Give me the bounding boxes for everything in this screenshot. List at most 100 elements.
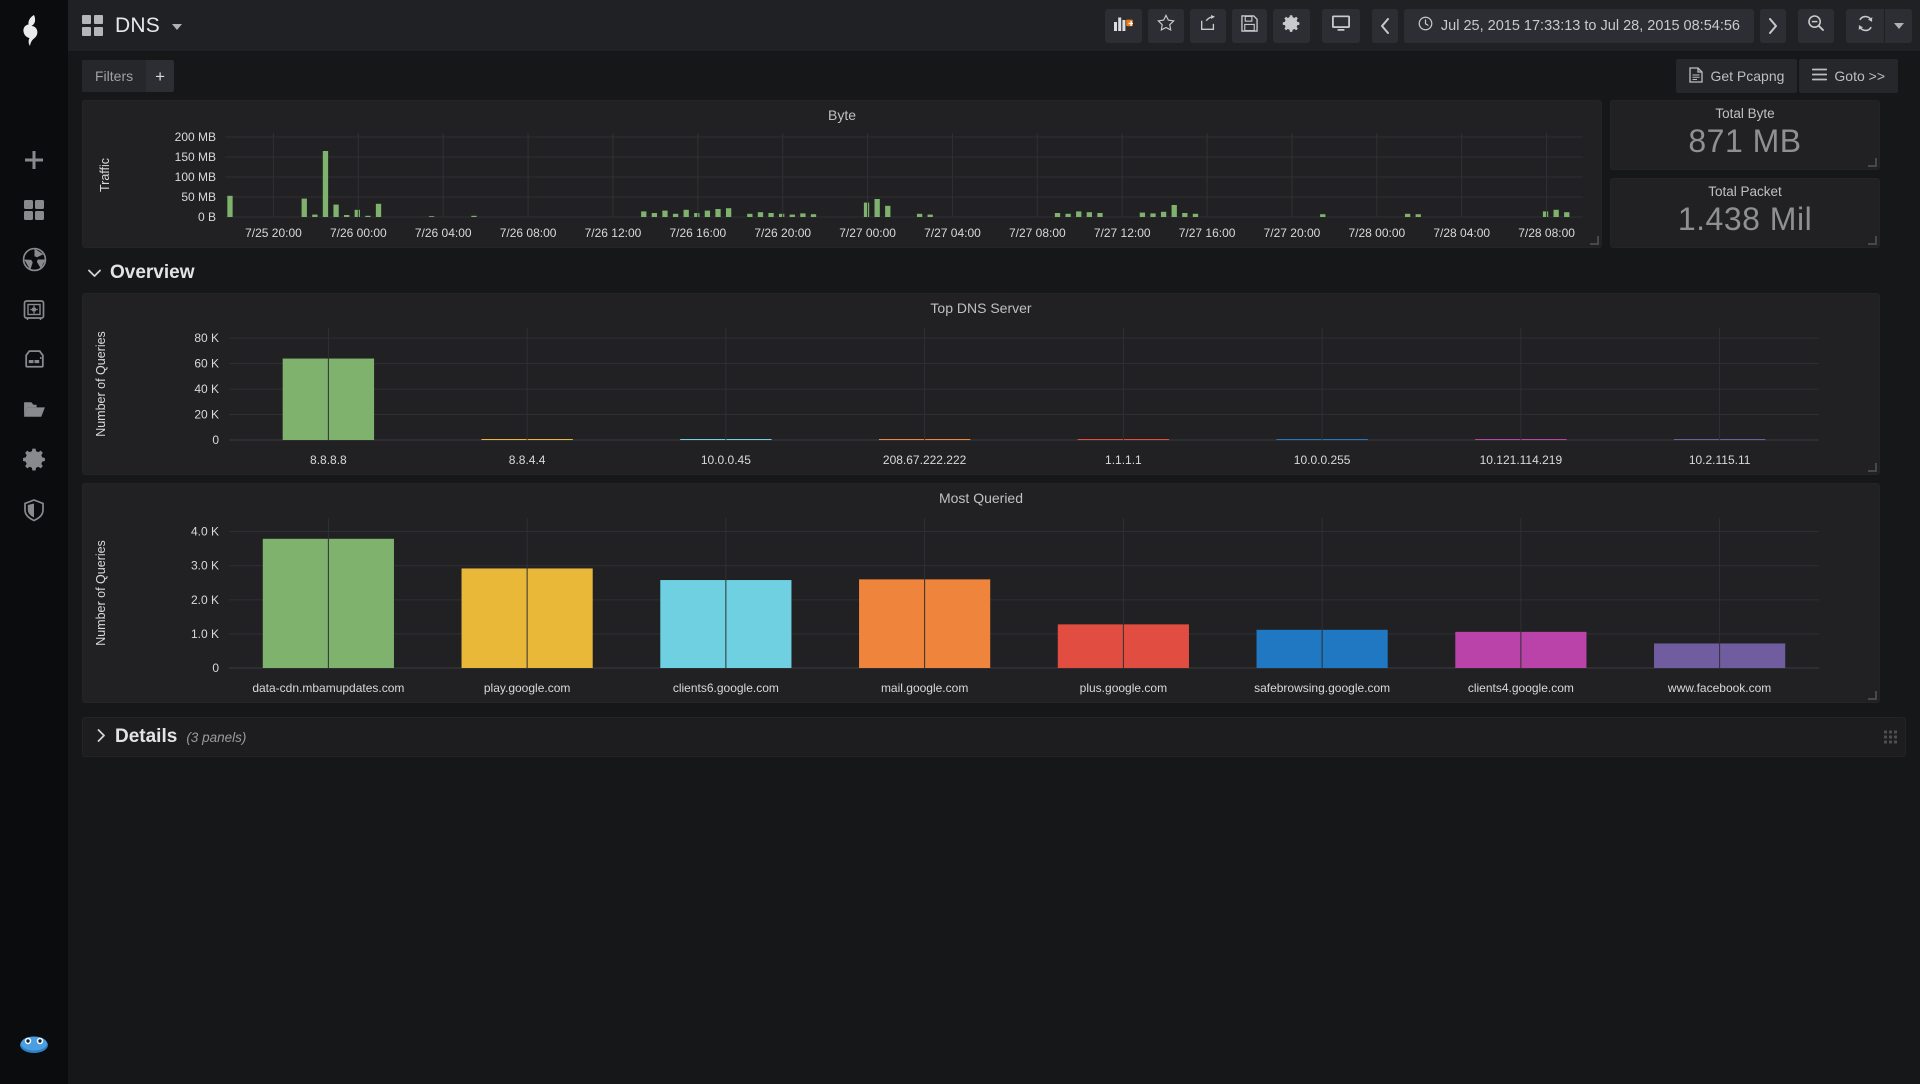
svg-text:7/26 16:00: 7/26 16:00 <box>669 226 726 240</box>
refresh-button[interactable] <box>1846 9 1884 43</box>
star-button[interactable] <box>1147 8 1184 43</box>
main-content: DNS Jul 25, 2015 17:33:13 to Jul 28, 201… <box>68 0 1920 1084</box>
add-filter-button[interactable]: + <box>146 60 175 92</box>
svg-text:7/26 00:00: 7/26 00:00 <box>330 226 387 240</box>
chevron-right-icon <box>97 729 106 745</box>
stat-value-total-packet: 1.438 Mil <box>1677 201 1813 237</box>
section-subtitle-details: (3 panels) <box>186 729 247 745</box>
panel-resize-handle[interactable] <box>1590 236 1599 245</box>
svg-text:50 MB: 50 MB <box>181 190 216 204</box>
sidebar-item-settings[interactable] <box>0 437 68 487</box>
goto-label: Goto >> <box>1834 68 1885 84</box>
filters-control: Filters + <box>82 60 175 92</box>
bar-chart-plus-icon <box>1113 15 1134 37</box>
svg-text:7/27 20:00: 7/27 20:00 <box>1264 226 1321 240</box>
grafana-logo[interactable] <box>0 0 68 62</box>
settings-button[interactable] <box>1272 8 1310 43</box>
dashboards-icon <box>22 198 46 227</box>
section-header-details[interactable]: Details (3 panels) <box>82 717 1906 757</box>
safe-icon <box>22 298 46 327</box>
section-header-overview[interactable]: Overview <box>82 248 1906 293</box>
dashboard-title-group[interactable]: DNS <box>82 14 182 38</box>
plus-icon <box>22 148 46 177</box>
sidebar-item-servers[interactable] <box>0 337 68 387</box>
dashboard-board: Byte 0 B 50 MB 100 MB 150 MB 200 MB 7/25 20:0… <box>68 100 1920 703</box>
time-prev-button[interactable] <box>1371 8 1398 43</box>
chart-top-dns-server[interactable]: 0 20 K 40 K 60 K 80 K 8.8.8.8 8.8.4.4 10.0.0.45… <box>83 318 1879 474</box>
refresh-interval-dropdown[interactable] <box>1884 8 1912 43</box>
stat-title-total-packet: Total Packet <box>1708 184 1782 199</box>
clock-icon <box>1418 16 1433 35</box>
panel-resize-handle[interactable] <box>1868 158 1877 167</box>
panel-top-dns-server[interactable]: Top DNS Server 0 20 K 40 K 60 K 80 K 8.8.8.8 8… <box>82 293 1880 475</box>
floppy-disk-icon <box>1241 14 1258 37</box>
svg-text:80 K: 80 K <box>194 331 219 345</box>
drag-handle-icon[interactable] <box>1884 730 1897 744</box>
goto-button[interactable]: Goto >> <box>1799 59 1898 93</box>
sidebar-item-add[interactable] <box>0 137 68 187</box>
tv-mode-button[interactable] <box>1321 8 1360 43</box>
svg-text:0: 0 <box>212 661 219 675</box>
section-title-details: Details <box>115 726 178 747</box>
svg-text:clients6.google.com: clients6.google.com <box>673 681 779 695</box>
wireshark-icon <box>17 1031 51 1062</box>
sidebar-item-capture[interactable] <box>0 237 68 287</box>
svg-text:play.google.com: play.google.com <box>484 681 571 695</box>
sidebar-item-files[interactable] <box>0 387 68 437</box>
monitor-icon <box>1331 14 1351 37</box>
gear-icon <box>22 447 47 477</box>
filters-label[interactable]: Filters <box>82 60 147 92</box>
chevron-down-icon[interactable] <box>171 24 182 30</box>
panel-title-byte: Byte <box>827 107 856 123</box>
sidebar-item-security[interactable] <box>0 487 68 537</box>
svg-text:200 MB: 200 MB <box>175 130 216 144</box>
time-next-button[interactable] <box>1760 8 1786 43</box>
svg-text:0 B: 0 B <box>198 210 216 224</box>
chart-most-queried[interactable]: 0 1.0 K 2.0 K 3.0 K 4.0 K data-cdn.mbamupdate… <box>83 508 1879 702</box>
svg-text:8.8.8.8: 8.8.8.8 <box>310 453 347 467</box>
panel-total-packet[interactable]: Total Packet 1.438 Mil <box>1610 178 1880 248</box>
topnav-actions: Jul 25, 2015 17:33:13 to Jul 28, 2015 08… <box>1104 8 1912 43</box>
time-range-picker[interactable]: Jul 25, 2015 17:33:13 to Jul 28, 2015 08… <box>1403 8 1754 43</box>
svg-text:2.0 K: 2.0 K <box>191 593 219 607</box>
svg-text:7/27 12:00: 7/27 12:00 <box>1094 226 1151 240</box>
panel-most-queried[interactable]: Most Queried 0 1.0 K 2.0 K 3.0 K 4.0 K data-c… <box>82 483 1880 703</box>
panel-title-most-queried: Most Queried <box>938 490 1024 506</box>
share-icon <box>1199 14 1217 37</box>
svg-text:7/27 00:00: 7/27 00:00 <box>839 226 896 240</box>
svg-text:Number of Queries: Number of Queries <box>94 331 108 437</box>
stat-title-total-byte: Total Byte <box>1715 106 1775 121</box>
add-panel-button[interactable] <box>1104 8 1142 43</box>
panel-total-byte[interactable]: Total Byte 871 MB <box>1610 100 1880 170</box>
panel-byte[interactable]: Byte 0 B 50 MB 100 MB 150 MB 200 MB 7/25 20:0… <box>82 100 1602 248</box>
share-button[interactable] <box>1189 8 1226 43</box>
chart-byte[interactable]: 0 B 50 MB 100 MB 150 MB 200 MB 7/25 20:00 7/26… <box>83 125 1601 247</box>
svg-text:plus.google.com: plus.google.com <box>1080 681 1167 695</box>
submenu-actions: Get Pcapng Goto >> <box>1676 59 1898 93</box>
details-section-wrap: Details (3 panels) <box>68 717 1920 757</box>
svg-text:7/26 12:00: 7/26 12:00 <box>585 226 642 240</box>
refresh-icon <box>1857 15 1874 37</box>
save-button[interactable] <box>1231 8 1267 43</box>
section-title-overview: Overview <box>110 262 195 283</box>
panel-resize-handle[interactable] <box>1868 691 1877 700</box>
submenu-bar: Filters + Get Pcapng Goto >> <box>68 52 1920 100</box>
get-pcapng-button[interactable]: Get Pcapng <box>1676 59 1798 93</box>
sidebar-item-vault[interactable] <box>0 287 68 337</box>
svg-text:1.0 K: 1.0 K <box>191 627 219 641</box>
panel-resize-handle[interactable] <box>1868 463 1877 472</box>
sidebar-item-dashboards[interactable] <box>0 187 68 237</box>
svg-text:10.0.0.45: 10.0.0.45 <box>701 453 751 467</box>
sidebar-nav <box>0 137 68 537</box>
get-pcapng-label: Get Pcapng <box>1710 68 1785 84</box>
svg-text:data-cdn.mbamupdates.com: data-cdn.mbamupdates.com <box>252 681 404 695</box>
svg-text:208.67.222.222: 208.67.222.222 <box>883 453 967 467</box>
chevron-down-icon <box>1893 22 1904 29</box>
zoom-out-button[interactable] <box>1798 8 1834 43</box>
svg-text:20 K: 20 K <box>194 408 219 422</box>
svg-text:Number of Queries: Number of Queries <box>94 540 108 646</box>
panel-resize-handle[interactable] <box>1868 236 1877 245</box>
svg-text:www.facebook.com: www.facebook.com <box>1667 681 1771 695</box>
star-icon <box>1156 14 1175 37</box>
sidebar-item-wireshark[interactable] <box>0 1031 68 1062</box>
